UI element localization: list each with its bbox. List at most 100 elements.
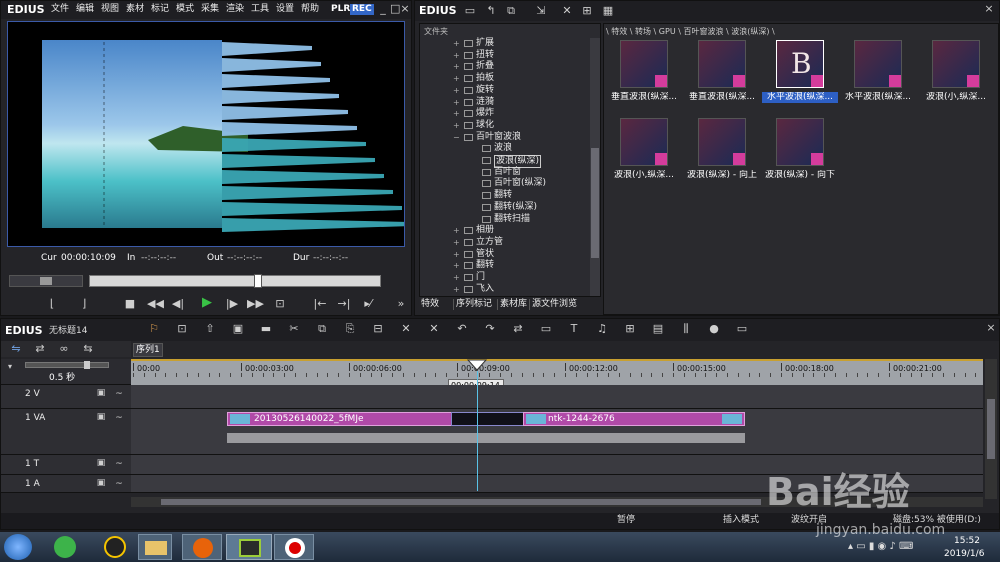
track-toggle-icon[interactable]: ▣ [95, 410, 107, 424]
sync-icon[interactable]: ⇄ [31, 342, 49, 356]
tree-item[interactable]: + 相册 [420, 225, 590, 236]
layout-icon[interactable]: ▭ [733, 322, 751, 336]
tree-item[interactable]: + 扭转 [420, 50, 590, 61]
menu-item[interactable]: 帮助 [301, 4, 319, 15]
effect-item[interactable]: 波浪(小,纵深... [918, 40, 994, 114]
tree-item[interactable]: + 爆炸 [420, 108, 590, 119]
qq-icon[interactable] [104, 536, 126, 558]
track-header[interactable]: 1 A ▣ ~ [1, 475, 131, 493]
delete-icon[interactable]: ✕ [397, 322, 415, 336]
ripple-icon[interactable]: ⇆ [79, 342, 97, 356]
replace-icon[interactable]: ▭ [537, 322, 555, 336]
slider-thumb[interactable] [254, 274, 262, 288]
menu-item[interactable]: 编辑 [76, 4, 94, 15]
tree-item[interactable]: + 立方管 [420, 237, 590, 248]
track-mode-icon[interactable]: ⇋ [7, 342, 25, 356]
view-mode-icon[interactable]: ⧉ [503, 4, 519, 18]
tree-scrollbar[interactable] [590, 38, 600, 296]
export-icon[interactable]: ⇧ [201, 322, 219, 336]
tree-item[interactable]: + 管状 [420, 249, 590, 260]
effect-item[interactable]: 垂直波浪(纵深... [606, 40, 682, 114]
track-lane[interactable]: 20130526140022_5fMJe ntk-1244-2676 [131, 409, 983, 455]
fast-forward-button[interactable]: ▶▶ [247, 297, 264, 311]
expand-icon[interactable]: + [453, 61, 460, 72]
sequence-tab[interactable]: 序列1 [133, 343, 163, 357]
effect-thumbnail[interactable] [932, 40, 980, 88]
menu-item[interactable]: 素材 [126, 4, 144, 15]
paste-icon[interactable]: ⎘ [341, 322, 359, 336]
zoom-out-button[interactable]: ▾ [5, 360, 15, 374]
menu-item[interactable]: 渲染 [226, 4, 244, 15]
effect-item[interactable]: B 水平波浪(纵深... [762, 40, 838, 114]
timeline-clip[interactable]: ntk-1244-2676 [523, 412, 745, 426]
up-folder-icon[interactable]: ↰ [485, 4, 497, 18]
save-as-icon[interactable]: ▬ [257, 322, 275, 336]
meter-icon[interactable]: ⫼ [677, 322, 695, 336]
status-insert-mode[interactable]: 插入模式 [723, 515, 759, 526]
mark-out-button[interactable]: ⌋ [77, 297, 91, 311]
close-button[interactable]: × [983, 2, 995, 16]
next-frame-button[interactable]: |▶ [225, 297, 239, 311]
expand-icon[interactable]: + [453, 108, 460, 119]
tree-item[interactable]: + 翻转 [420, 260, 590, 271]
rewind-button[interactable]: ◀◀ [147, 297, 164, 311]
expand-icon[interactable]: + [453, 97, 460, 108]
menu-item[interactable]: 视图 [101, 4, 119, 15]
close-button[interactable]: × [400, 2, 410, 16]
tab-effects[interactable]: 特效 [419, 299, 441, 310]
recorder-icon[interactable] [274, 534, 314, 560]
group-icon[interactable]: ⊟ [369, 322, 387, 336]
tree-item[interactable]: + 飞入 [420, 284, 590, 295]
tab-bin[interactable]: 素材库 [497, 299, 529, 310]
grid-icon[interactable]: ▤ [649, 322, 667, 336]
add-to-timeline-icon[interactable]: ⇲ [533, 4, 549, 18]
tree-item[interactable]: + 涟漪 [420, 97, 590, 108]
ripple-delete-icon[interactable]: ✕ [425, 322, 443, 336]
expand-icon[interactable]: + [453, 249, 460, 260]
insert-to-timeline-button[interactable]: |← [311, 297, 329, 311]
delete-icon[interactable]: ✕ [561, 4, 573, 18]
effect-item[interactable]: 波浪(纵深) - 向上 [684, 118, 760, 192]
undo-icon[interactable]: ↶ [453, 322, 471, 336]
tab-sequence-markers[interactable]: 序列标记 [453, 299, 494, 310]
audio-mixer-icon[interactable]: ⊞ [621, 322, 639, 336]
track-toggle-icon[interactable]: ▣ [95, 386, 107, 400]
settings-icon[interactable]: ▣ [229, 322, 247, 336]
file-explorer-icon[interactable] [138, 534, 172, 560]
tree-item[interactable]: 翻转(纵深) [420, 202, 590, 213]
firefox-icon[interactable] [182, 534, 222, 560]
expand-icon[interactable]: + [453, 38, 460, 49]
effect-thumbnail[interactable] [776, 118, 824, 166]
effect-thumbnail[interactable] [620, 118, 668, 166]
mark-in-button[interactable]: ⌊ [45, 297, 59, 311]
text-icon[interactable]: T [565, 322, 583, 336]
tree-item[interactable]: + 球化 [420, 120, 590, 131]
tree-item[interactable]: + 拍板 [420, 73, 590, 84]
track-lane[interactable] [131, 385, 983, 409]
track-toggle-icon[interactable]: ▣ [95, 456, 107, 470]
expand-icon[interactable]: + [453, 85, 460, 96]
link-icon[interactable]: ∞ [55, 342, 73, 356]
tree-item[interactable]: 百叶窗(纵深) [420, 178, 590, 189]
folder-icon[interactable]: ▭ [463, 4, 477, 18]
zoom-level[interactable]: 0.5 秒 [49, 373, 75, 384]
menu-item[interactable]: 标记 [151, 4, 169, 15]
play-button[interactable]: ▶ [199, 296, 215, 310]
tree-item[interactable]: 百叶窗 [420, 167, 590, 178]
tree-item[interactable]: 波浪(纵深) [420, 155, 590, 168]
effect-item[interactable]: 垂直波浪(纵深... [684, 40, 760, 114]
prev-frame-button[interactable]: ◀| [171, 297, 185, 311]
menu-item[interactable]: 工具 [251, 4, 269, 15]
timeline-ruler[interactable]: 00:00 00:00:03:00 00:00:06:00 00:00:09:00 00… [131, 359, 988, 385]
stop-button[interactable]: ■ [123, 297, 137, 311]
expand-icon[interactable]: + [453, 237, 460, 248]
track-header[interactable]: 2 V ▣ ~ [1, 385, 131, 409]
zoom-slider[interactable] [25, 361, 109, 369]
menu-item[interactable]: 文件 [51, 4, 69, 15]
track-expand-icon[interactable]: ~ [113, 477, 125, 491]
tree-item[interactable]: + 门 [420, 272, 590, 283]
audio-waveform[interactable] [227, 433, 745, 443]
menu-item[interactable]: 设置 [276, 4, 294, 15]
loop-button[interactable]: ⊡ [273, 297, 287, 311]
effect-thumbnail[interactable] [854, 40, 902, 88]
